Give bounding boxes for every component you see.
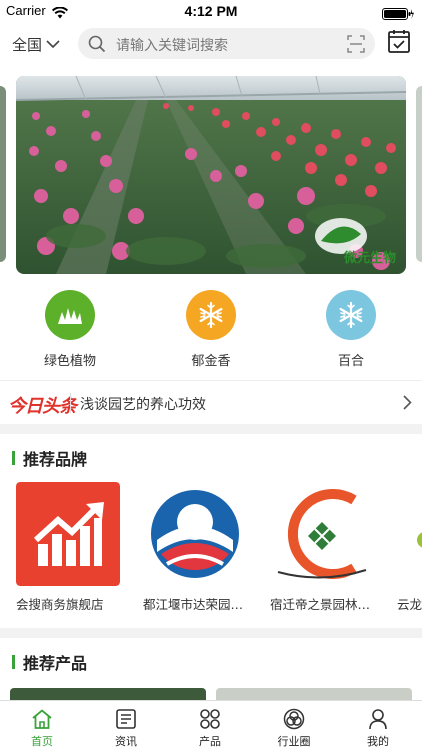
snowflake-icon xyxy=(326,290,376,340)
brand-card[interactable]: 宿迁帝之景园林… xyxy=(270,482,388,613)
brands-section-title: 推荐品牌 xyxy=(12,446,87,470)
brand-card[interactable]: 都江堰市达荣园… xyxy=(143,482,261,613)
brand-name: 宿迁帝之景园林… xyxy=(270,597,371,612)
grid-icon xyxy=(168,707,252,731)
toutiao-logo: 今日头条 xyxy=(8,396,77,417)
circles-icon xyxy=(252,707,336,731)
tab-bar: 首页 资讯 产品 行业圈 我的 xyxy=(0,700,422,750)
search-header: 全国 请输入关键词搜索 xyxy=(0,22,422,68)
headline-ticker[interactable]: 今日头条 浅谈园艺的养心功效 xyxy=(0,380,422,424)
brands-title-text: 推荐品牌 xyxy=(23,450,88,469)
tab-label: 资讯 xyxy=(115,735,137,748)
brand-name: 会搜商务旗舰店 xyxy=(16,597,104,612)
brand-logo xyxy=(397,482,422,586)
region-label: 全国 xyxy=(12,36,43,54)
search-input[interactable]: 请输入关键词搜索 xyxy=(78,28,375,59)
chevron-down-icon xyxy=(46,40,60,49)
grass-icon xyxy=(45,290,95,340)
category-green-plants[interactable]: 绿色植物 xyxy=(25,290,115,369)
brand-card[interactable]: 云龙 xyxy=(397,482,422,613)
user-icon xyxy=(336,707,420,731)
brand-logo xyxy=(270,482,374,586)
banner-prev-peek xyxy=(0,86,6,262)
section-accent-bar xyxy=(12,655,15,669)
banner-image xyxy=(16,76,406,274)
region-selector[interactable]: 全国 xyxy=(12,34,60,55)
banner-carousel[interactable]: 微元生物 xyxy=(16,76,406,274)
products-title-text: 推荐产品 xyxy=(23,654,88,673)
chevron-right-icon xyxy=(403,395,412,410)
status-bar: Carrier 4:12 PM xyxy=(0,0,422,22)
section-gap xyxy=(0,628,422,638)
scan-icon[interactable] xyxy=(347,35,365,53)
brand-card[interactable]: 会搜商务旗舰店 xyxy=(16,482,134,613)
category-tulip[interactable]: 郁金香 xyxy=(166,290,256,369)
category-label: 绿色植物 xyxy=(43,354,96,369)
products-section-title: 推荐产品 xyxy=(12,650,87,674)
snowflake-icon xyxy=(186,290,236,340)
category-label: 郁金香 xyxy=(191,354,231,369)
tab-label: 我的 xyxy=(367,735,389,748)
brand-carousel[interactable]: 会搜商务旗舰店 都江堰市达荣园… 宿迁帝之景园林… 云龙 xyxy=(0,482,422,622)
clock: 4:12 PM xyxy=(184,3,238,19)
brand-name: 云龙 xyxy=(397,597,422,612)
brand-logo xyxy=(16,482,120,586)
tab-profile[interactable]: 我的 xyxy=(336,707,420,749)
tab-industry-circle[interactable]: 行业圈 xyxy=(252,707,336,749)
checkin-calendar-icon[interactable] xyxy=(388,29,410,53)
search-placeholder: 请输入关键词搜索 xyxy=(116,38,228,54)
banner-logo-text: 微元生物 xyxy=(343,251,396,266)
tab-label: 产品 xyxy=(199,735,221,748)
banner-next-peek xyxy=(416,86,422,262)
category-grid: 绿色植物 郁金香 百合 xyxy=(0,290,422,374)
search-icon xyxy=(88,35,106,53)
tab-products[interactable]: 产品 xyxy=(168,707,252,749)
tab-label: 行业圈 xyxy=(277,735,311,748)
category-lily[interactable]: 百合 xyxy=(306,290,396,369)
tab-label: 首页 xyxy=(31,735,53,748)
brand-name: 都江堰市达荣园… xyxy=(143,597,244,612)
brand-logo xyxy=(143,482,247,586)
tab-news[interactable]: 资讯 xyxy=(84,707,168,749)
category-label: 百合 xyxy=(337,354,364,369)
headline-text: 浅谈园艺的养心功效 xyxy=(80,397,206,413)
divider xyxy=(70,393,71,413)
section-accent-bar xyxy=(12,451,15,465)
section-gap xyxy=(0,424,422,434)
home-icon xyxy=(0,707,84,731)
tab-home[interactable]: 首页 xyxy=(0,707,84,749)
news-icon xyxy=(84,707,168,731)
